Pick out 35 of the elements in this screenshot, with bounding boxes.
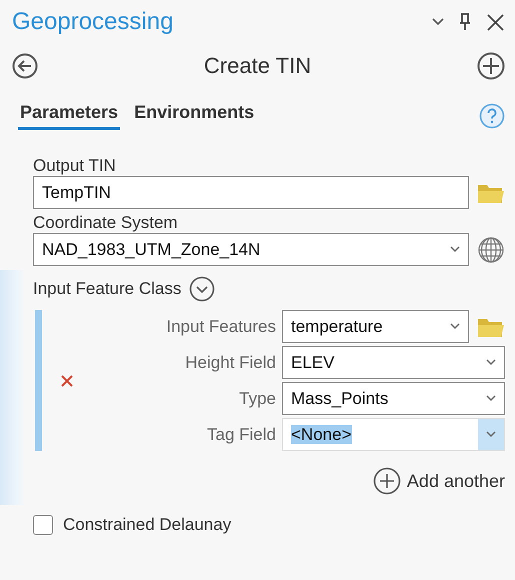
back-icon[interactable] [12,53,38,79]
caret-icon [486,431,496,438]
checkbox-label: Constrained Delaunay [63,515,232,535]
checkbox[interactable] [33,515,53,535]
dropdown-field[interactable]: NAD_1983_UTM_Zone_14N [33,233,469,266]
add-icon[interactable] [477,52,505,80]
pin-icon[interactable] [458,13,472,31]
field-label: Coordinate System [33,213,179,233]
expand-icon[interactable] [189,276,216,302]
dropdown-field[interactable]: Mass_Points [282,382,505,415]
caret-icon [450,246,460,253]
field-label: Input Features [165,316,276,336]
field-label: Output TIN [33,156,117,176]
add-another-button[interactable]: Add another [372,467,505,495]
tab[interactable]: Parameters [18,102,120,130]
caret-icon [450,323,460,330]
panel-title: Geoprocessing [12,8,174,36]
dropdown-field[interactable]: temperature [282,310,469,343]
tool-title: Create TIN [202,53,312,79]
add-icon [372,467,401,495]
field-label: Height Field [184,352,276,372]
remove-icon[interactable] [61,374,73,386]
input-field[interactable]: TempTIN [33,176,469,209]
caret-icon [486,359,496,366]
globe-icon[interactable] [477,236,505,264]
field-label: Type [238,388,276,408]
dropdown-field[interactable]: <None> [282,418,505,451]
section-label: Input Feature Class [33,279,182,299]
help-icon[interactable] [479,103,505,129]
caret-icon[interactable] [432,18,444,26]
close-icon[interactable] [486,12,505,32]
caret-icon [486,395,496,402]
field-label: Tag Field [206,424,276,444]
tab[interactable]: Environments [132,102,256,130]
dropdown-field[interactable]: ELEV [282,346,505,379]
